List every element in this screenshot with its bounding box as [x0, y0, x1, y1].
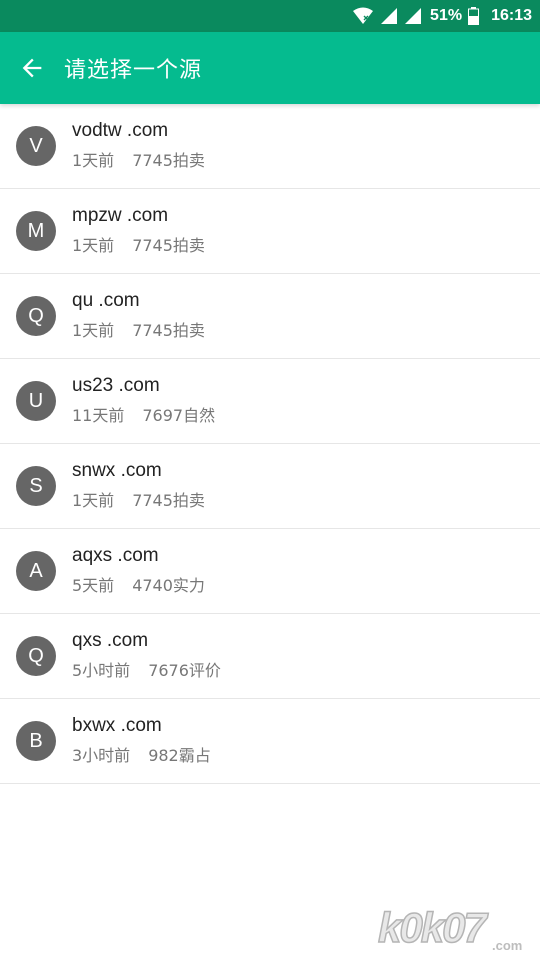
- source-time: 5小时前: [72, 661, 131, 680]
- list-item[interactable]: M mpzw .com 1天前 7745拍卖: [0, 189, 540, 274]
- source-info: 4740实力: [132, 576, 205, 595]
- avatar: M: [16, 211, 56, 251]
- list-item[interactable]: U us23 .com 11天前 7697自然: [0, 359, 540, 444]
- app-bar: 请选择一个源: [0, 32, 540, 104]
- source-name: bxwx .com: [72, 715, 162, 736]
- back-button[interactable]: [0, 32, 64, 104]
- signal-icon: [380, 7, 398, 25]
- wifi-icon: [352, 7, 374, 25]
- list-item[interactable]: V vodtw .com 1天前 7745拍卖: [0, 104, 540, 189]
- list-item[interactable]: A aqxs .com 5天前 4740实力: [0, 529, 540, 614]
- list-item[interactable]: Q qu .com 1天前 7745拍卖: [0, 274, 540, 359]
- avatar: A: [16, 551, 56, 591]
- list-item[interactable]: Q qxs .com 5小时前 7676评价: [0, 614, 540, 699]
- source-info: 7745拍卖: [132, 151, 205, 170]
- list-item[interactable]: B bxwx .com 3小时前 982霸占: [0, 699, 540, 784]
- page-title: 请选择一个源: [64, 58, 203, 83]
- source-info: 7745拍卖: [132, 321, 205, 340]
- avatar: U: [16, 381, 56, 421]
- source-time: 5天前: [72, 576, 115, 595]
- source-name: mpzw .com: [72, 205, 169, 226]
- avatar: B: [16, 721, 56, 761]
- source-name: qxs .com: [72, 630, 149, 651]
- watermark-suffix: .com: [492, 938, 522, 953]
- source-info: 982霸占: [148, 746, 211, 765]
- source-time: 3小时前: [72, 746, 131, 765]
- source-time: 1天前: [72, 491, 115, 510]
- source-list: V vodtw .com 1天前 7745拍卖 M mpzw .com 1天前 77…: [0, 104, 540, 784]
- source-name: vodtw .com: [72, 120, 169, 141]
- avatar: S: [16, 466, 56, 506]
- avatar: V: [16, 126, 56, 166]
- source-info: 7676评价: [148, 661, 221, 680]
- status-time: 16:13: [491, 7, 532, 24]
- source-info: 7745拍卖: [132, 491, 205, 510]
- watermark-text: k0k07: [378, 904, 488, 951]
- source-time: 1天前: [72, 321, 115, 340]
- source-name: us23 .com: [72, 375, 160, 396]
- list-item[interactable]: S snwx .com 1天前 7745拍卖: [0, 444, 540, 529]
- source-info: 7745拍卖: [132, 236, 205, 255]
- status-bar: 51% 16:13: [0, 0, 540, 32]
- source-name: qu .com: [72, 290, 140, 311]
- source-time: 1天前: [72, 151, 115, 170]
- source-time: 11天前: [72, 406, 125, 425]
- source-name: snwx .com: [72, 460, 162, 481]
- source-time: 1天前: [72, 236, 115, 255]
- arrow-left-icon: [22, 58, 42, 78]
- source-info: 7697自然: [142, 406, 216, 425]
- avatar: Q: [16, 636, 56, 676]
- battery-icon: [468, 7, 480, 25]
- watermark-logo: k0k07 .com: [377, 903, 522, 953]
- avatar: Q: [16, 296, 56, 336]
- battery-percent: 51%: [430, 7, 463, 24]
- source-name: aqxs .com: [72, 545, 159, 566]
- signal-icon-secondary: [404, 7, 422, 25]
